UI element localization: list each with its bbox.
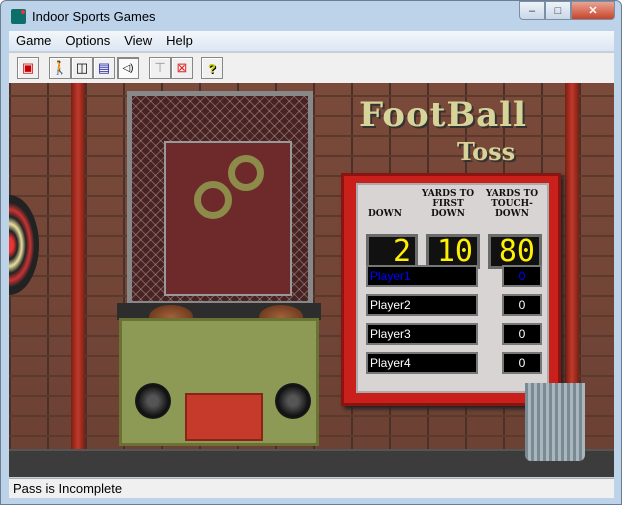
menu-help[interactable]: Help <box>159 31 200 51</box>
player-score: 0 <box>502 265 542 287</box>
menu-view[interactable]: View <box>117 31 159 51</box>
player-score: 0 <box>502 294 542 316</box>
speaker-left <box>135 383 171 419</box>
menu-options[interactable]: Options <box>58 31 117 51</box>
logo-toss: Toss <box>457 137 516 166</box>
dartboard <box>9 195 39 295</box>
title-bar: Indoor Sports Games – □ ✕ <box>1 1 621 31</box>
player-name: Player3 <box>366 323 478 345</box>
player-name: Player2 <box>366 294 478 316</box>
speaker-right <box>275 383 311 419</box>
down-header: DOWN <box>368 209 402 219</box>
new-game-icon: ▣ <box>21 60 35 75</box>
touchdown-header: YARDS TO TOUCH-DOWN <box>485 189 539 219</box>
minimize-button[interactable]: – <box>519 1 545 20</box>
player-score: 0 <box>502 323 542 345</box>
scoreboard-icon: ◫ <box>75 60 89 75</box>
first-down-header: YARDS TO FIRST DOWN <box>421 189 475 219</box>
toolbar: ▣ 🚶 ◫ ▤ ◁) ⊤ ⊠ ? <box>9 52 614 83</box>
app-window: Indoor Sports Games – □ ✕ Game Options V… <box>0 0 622 505</box>
menu-game[interactable]: Game <box>9 31 58 51</box>
player-icon: 🚶 <box>51 60 69 75</box>
sound-button[interactable]: ◁) <box>117 57 139 79</box>
scoreboard: DOWN YARDS TO FIRST DOWN YARDS TO TOUCH-… <box>341 173 561 406</box>
maximize-button[interactable]: □ <box>545 1 571 20</box>
trophy-button[interactable]: ⊤ <box>149 57 171 79</box>
target-ring <box>228 155 264 191</box>
down-display: 2 <box>366 234 418 269</box>
scoreboard-button[interactable]: ◫ <box>71 57 93 79</box>
menu-bar: Game Options View Help <box>9 31 614 51</box>
floor <box>9 449 614 477</box>
player-button[interactable]: 🚶 <box>49 57 71 79</box>
player-score: 0 <box>502 352 542 374</box>
touchdown-display: 80 <box>488 234 542 269</box>
no-target-icon: ⊠ <box>176 60 188 75</box>
window-title: Indoor Sports Games <box>32 9 156 24</box>
display-icon: ▤ <box>97 60 111 75</box>
player-name: Player1 <box>366 265 478 287</box>
status-bar: Pass is Incomplete <box>9 478 614 498</box>
new-game-button[interactable]: ▣ <box>17 57 39 79</box>
trophy-icon: ⊤ <box>154 60 166 75</box>
player-name: Player4 <box>366 352 478 374</box>
display-button[interactable]: ▤ <box>93 57 115 79</box>
target-board[interactable] <box>164 141 292 296</box>
trash-can <box>525 383 585 461</box>
app-icon <box>11 9 26 24</box>
coin-slot <box>185 393 263 441</box>
left-pillar <box>71 83 85 477</box>
game-area[interactable]: FootBall Toss DOWN YARDS TO FIRST DOWN Y… <box>9 83 614 477</box>
help-icon: ? <box>208 60 216 76</box>
no-target-button[interactable]: ⊠ <box>171 57 193 79</box>
help-button[interactable]: ? <box>201 57 223 79</box>
sound-icon: ◁) <box>122 62 134 74</box>
logo-football: FootBall <box>359 95 527 135</box>
close-button[interactable]: ✕ <box>571 1 615 20</box>
first-down-display: 10 <box>426 234 480 269</box>
target-ring <box>194 181 232 219</box>
